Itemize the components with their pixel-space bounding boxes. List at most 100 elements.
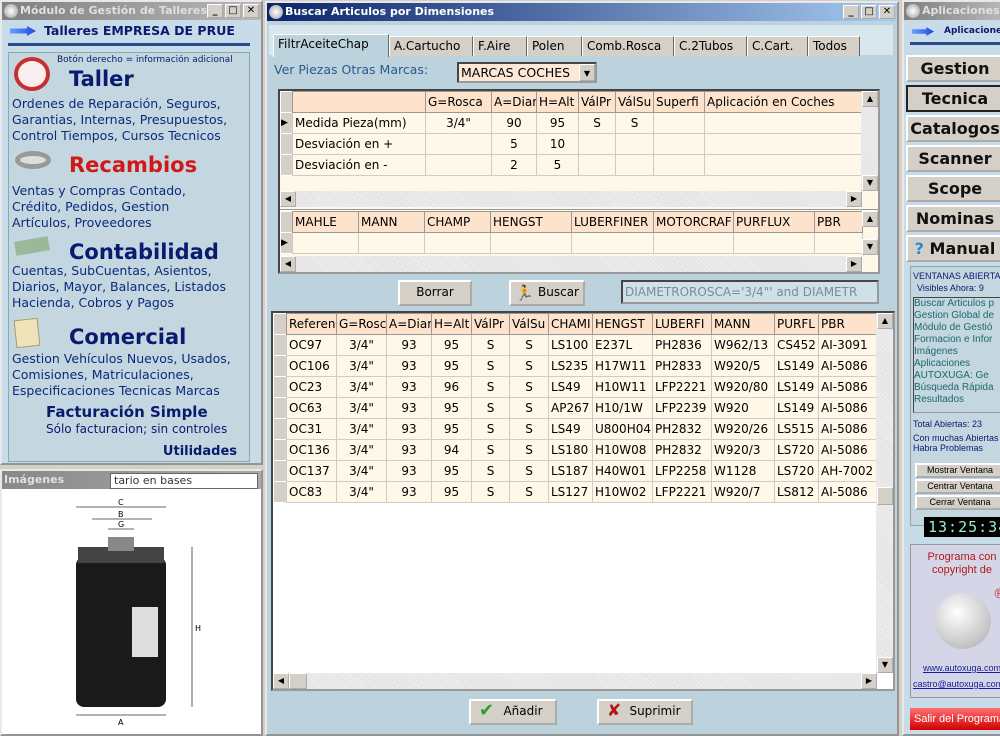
table-cell[interactable]: LS149 <box>774 355 819 377</box>
table-row[interactable]: OC31 3/4" 93 95 S S LS49 U800H04 PH2832 W920/26 LS… <box>273 418 879 440</box>
table-cell[interactable]: 95 <box>431 460 472 482</box>
table-cell[interactable]: PH2833 <box>652 355 712 377</box>
column-header[interactable]: H=Alt <box>431 313 472 335</box>
column-header[interactable]: LUBERFI <box>652 313 712 335</box>
scroll-up-button[interactable]: ▲ <box>877 313 893 329</box>
table-cell[interactable] <box>653 232 734 254</box>
column-header[interactable]: VálPr <box>578 91 616 113</box>
column-header[interactable]: PURFL <box>774 313 819 335</box>
open-window-item[interactable]: Aplicaciones <box>914 358 1000 370</box>
app-button-scope[interactable]: Scope <box>906 175 1000 202</box>
app-button-scanner[interactable]: Scanner <box>906 145 1000 172</box>
table-cell[interactable]: 94 <box>431 439 472 461</box>
table-row[interactable]: Desviación en - 25 <box>280 154 863 176</box>
row-selector[interactable] <box>273 376 287 398</box>
table-cell[interactable]: W1128 <box>711 460 775 482</box>
table-cell[interactable]: W920/7 <box>711 481 775 503</box>
row-selector[interactable] <box>273 355 287 377</box>
table-cell[interactable] <box>578 133 616 155</box>
table-cell[interactable]: OC83 <box>286 481 337 503</box>
table-cell[interactable]: S <box>471 418 510 440</box>
column-header[interactable]: G=Rosca <box>425 91 492 113</box>
column-header[interactable]: PBR <box>814 211 863 233</box>
horizontal-scrollbar[interactable] <box>280 256 862 272</box>
table-cell[interactable]: S <box>509 481 549 503</box>
table-cell[interactable]: 95 <box>431 355 472 377</box>
table-cell[interactable]: S <box>509 355 549 377</box>
table-cell[interactable] <box>578 154 616 176</box>
column-header[interactable]: A=Diar <box>491 91 537 113</box>
open-window-item[interactable]: AUTOXUGA: Ge <box>914 370 1000 382</box>
table-cell[interactable]: PH2836 <box>652 334 712 356</box>
table-cell[interactable]: 3/4" <box>336 376 387 398</box>
table-cell[interactable] <box>653 133 705 155</box>
query-field[interactable]: DIAMETROROSCA='3/4"' and DIAMETR <box>621 280 879 304</box>
column-header[interactable]: VálSu <box>615 91 654 113</box>
table-cell[interactable]: S <box>509 334 549 356</box>
scroll-right-button[interactable]: ▶ <box>846 191 862 207</box>
row-selector[interactable] <box>273 397 287 419</box>
table-cell[interactable]: LS720 <box>774 439 819 461</box>
table-cell[interactable]: S <box>471 355 510 377</box>
table-cell[interactable]: CS452 <box>774 334 819 356</box>
row-selector[interactable] <box>273 418 287 440</box>
table-cell[interactable]: 5 <box>536 154 579 176</box>
column-header[interactable]: VálSu <box>509 313 549 335</box>
table-cell[interactable]: LS100 <box>548 334 593 356</box>
open-window-item[interactable]: Módulo de Gestió <box>914 322 1000 334</box>
scroll-left-button[interactable]: ◀ <box>273 673 289 689</box>
table-cell[interactable]: LFP2239 <box>652 397 712 419</box>
table-cell[interactable]: W962/13 <box>711 334 775 356</box>
open-windows-list[interactable]: Buscar Articulos p Gestion Global de Módul… <box>913 297 1000 413</box>
column-header[interactable]: Aplicación en Coches <box>704 91 863 113</box>
table-cell[interactable]: 3/4" <box>425 112 492 134</box>
email-link[interactable]: castro@autoxuga.com <box>913 679 1000 689</box>
module-recambios[interactable]: Recambios <box>69 153 197 177</box>
tab-a-cartucho[interactable]: A.Cartucho <box>389 36 473 56</box>
table-cell[interactable]: S <box>509 418 549 440</box>
table-cell[interactable] <box>425 154 492 176</box>
row-selector[interactable]: ▶ <box>280 232 293 254</box>
table-cell[interactable]: S <box>471 334 510 356</box>
table-cell[interactable]: W920/3 <box>711 439 775 461</box>
minimize-button[interactable]: _ <box>843 5 859 19</box>
table-cell[interactable]: Desviación en + <box>292 133 426 155</box>
cerrar-ventana-button[interactable]: Cerrar Ventana <box>915 495 1000 510</box>
horizontal-scrollbar[interactable] <box>273 673 877 689</box>
table-row[interactable]: OC83 3/4" 93 95 S S LS127 H10W02 LFP2221 W920/7 LS… <box>273 481 879 503</box>
table-cell[interactable]: 3/4" <box>336 481 387 503</box>
app-button-catalogos[interactable]: Catalogos <box>906 115 1000 142</box>
table-cell[interactable]: LS515 <box>774 418 819 440</box>
open-window-item[interactable]: Imágenes <box>914 346 1000 358</box>
column-header[interactable]: MANN <box>358 211 425 233</box>
table-cell[interactable]: OC31 <box>286 418 337 440</box>
anadir-button[interactable]: ✔ Añadir <box>469 699 557 725</box>
column-header[interactable]: A=Diar <box>386 313 432 335</box>
table-cell[interactable]: 95 <box>431 397 472 419</box>
table-cell[interactable]: OC63 <box>286 397 337 419</box>
column-header[interactable]: Referen <box>286 313 337 335</box>
table-cell[interactable]: PH2832 <box>652 418 712 440</box>
tab-c-cart-[interactable]: C.Cart. <box>747 36 808 56</box>
open-window-item[interactable]: Formacion e Infor <box>914 334 1000 346</box>
mostrar-ventana-button[interactable]: Mostrar Ventana <box>915 463 1000 478</box>
centrar-ventana-button[interactable]: Centrar Ventana <box>915 479 1000 494</box>
table-cell[interactable]: 3/4" <box>336 334 387 356</box>
table-cell[interactable]: Desviación en - <box>292 154 426 176</box>
table-cell[interactable] <box>292 232 359 254</box>
table-cell[interactable]: 3/4" <box>336 460 387 482</box>
table-cell[interactable]: AI-5086 <box>818 355 879 377</box>
table-cell[interactable]: Medida Pieza(mm) <box>292 112 426 134</box>
table-cell[interactable] <box>615 154 654 176</box>
column-header[interactable] <box>292 91 426 113</box>
table-cell[interactable]: LS187 <box>548 460 593 482</box>
table-cell[interactable]: E237L <box>592 334 653 356</box>
maximize-button[interactable]: □ <box>861 5 877 19</box>
app-button-tecnica[interactable]: Tecnica <box>906 85 1000 112</box>
table-cell[interactable]: OC106 <box>286 355 337 377</box>
table-cell[interactable]: LS812 <box>774 481 819 503</box>
scroll-left-button[interactable]: ◀ <box>280 191 296 207</box>
minimize-button[interactable]: _ <box>207 4 223 18</box>
table-cell[interactable]: S <box>471 397 510 419</box>
horizontal-scrollbar[interactable] <box>280 191 862 207</box>
